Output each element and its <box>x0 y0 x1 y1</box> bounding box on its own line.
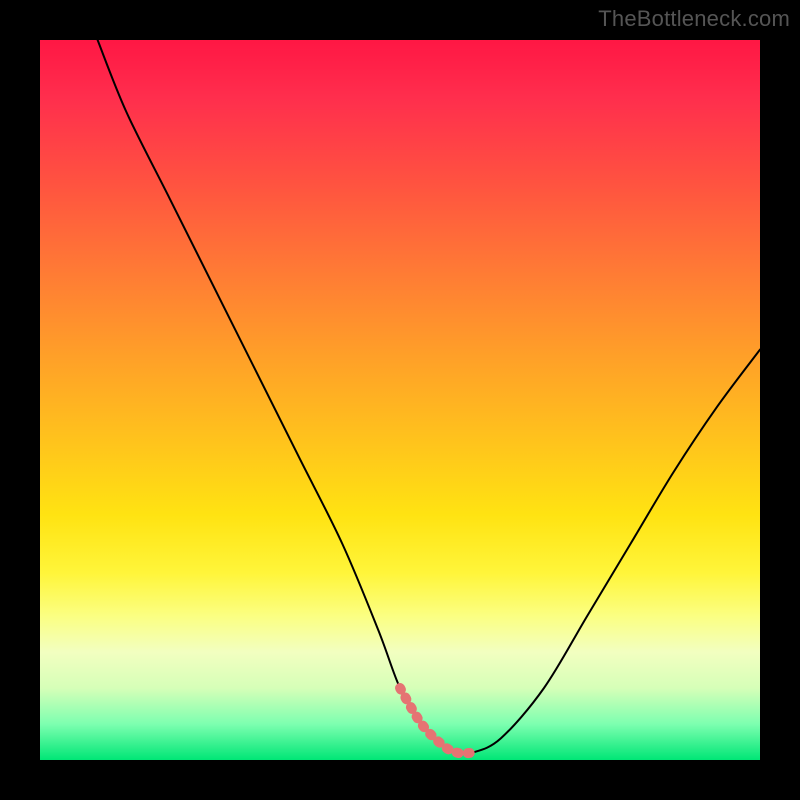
optimal-zone-highlight <box>400 688 472 753</box>
plot-area <box>40 40 760 760</box>
curve-layer <box>40 40 760 760</box>
bottleneck-curve <box>98 40 760 754</box>
watermark-text: TheBottleneck.com <box>598 6 790 32</box>
chart-frame: TheBottleneck.com <box>0 0 800 800</box>
